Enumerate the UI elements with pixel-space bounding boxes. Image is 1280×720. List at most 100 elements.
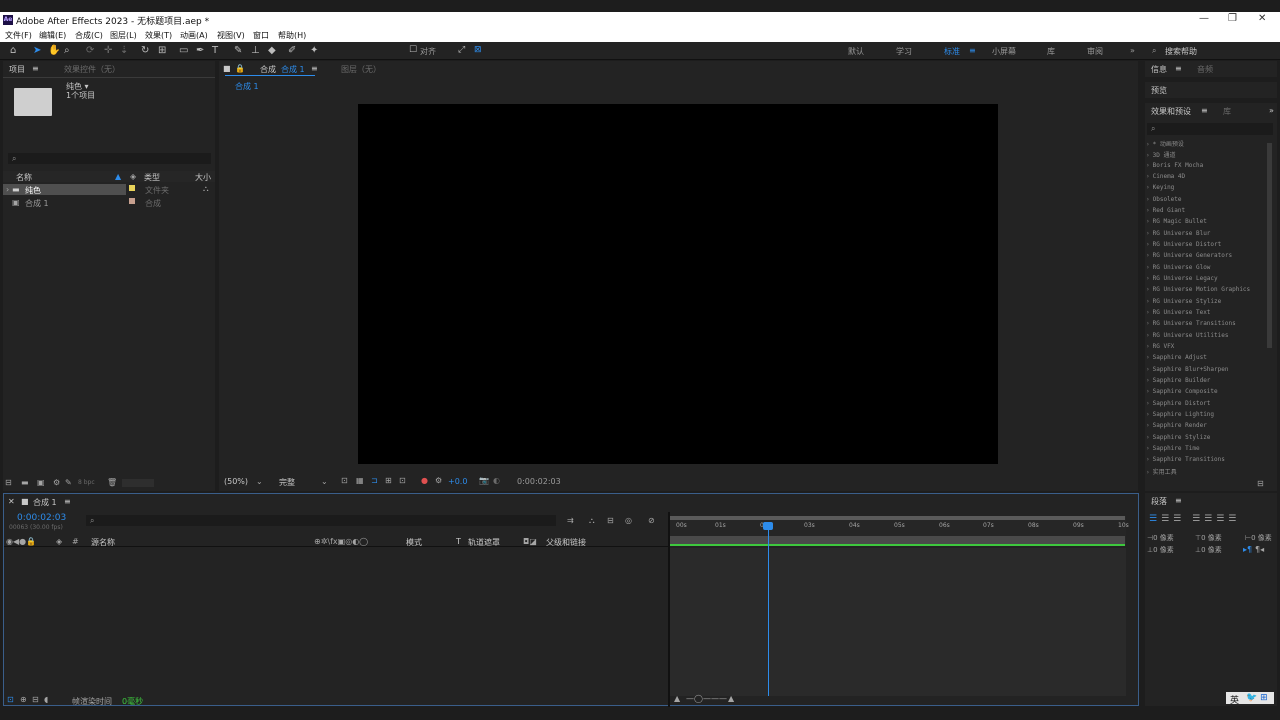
align-checkbox[interactable]: ☐ [409,45,417,55]
trash-icon[interactable]: 🗑 [107,478,117,487]
minimize-button[interactable]: — [1199,13,1209,24]
list-item[interactable]: › RG Universe Generators [1146,252,1232,259]
resolution-select[interactable]: 完整 [279,477,295,488]
list-item[interactable]: › RG Universe Text [1146,309,1210,316]
frame-blend-icon[interactable]: ◎ [625,516,632,525]
project-search-input[interactable]: ⌕ [8,153,211,164]
work-area-bar[interactable] [670,516,1125,520]
alignment-buttons[interactable]: ☰☰☰ ☰☰☰☰ [1149,514,1240,524]
space-after-field[interactable]: ⊥0 像素 [1195,545,1222,555]
project-row[interactable]: › ▬ 纯色 [3,184,126,195]
effects-search-input[interactable]: ⌕ [1147,123,1273,135]
workspace-default[interactable]: 默认 [848,46,864,57]
menu-view[interactable]: 视图(V) [217,30,245,41]
list-item[interactable]: › Sapphire Transitions [1146,456,1225,463]
list-item[interactable]: › RG Universe Stylize [1146,298,1221,305]
workspace-small-screen[interactable]: 小屏幕 [992,46,1016,57]
indent-right-field[interactable]: ⊢0 像素 [1245,533,1272,543]
project-tab[interactable]: 项目 [9,64,25,75]
timeline-search-input[interactable]: ⌕ [86,515,556,526]
eraser-tool-icon[interactable]: ◆ [268,45,276,56]
list-item[interactable]: › Obsolete [1146,196,1182,203]
zoom-slider[interactable]: —◯——— [686,694,727,703]
workspace-standard[interactable]: 标准 [944,46,960,57]
motion-blur-icon[interactable]: ◖ [44,695,48,704]
more-icon[interactable]: » [1269,106,1274,115]
fast-preview-icon[interactable]: ⚙ [435,476,442,485]
info-tab[interactable]: 信息 [1151,64,1167,75]
space-before-field[interactable]: ⊥0 像素 [1147,545,1174,555]
list-item[interactable]: › RG Universe Utilities [1146,332,1228,339]
audio-tab[interactable]: 音频 [1197,64,1213,75]
timeline-tab[interactable]: 合成 1 [33,497,57,508]
workspace-review[interactable]: 审阅 [1087,46,1103,57]
library-tab[interactable]: 库 [1223,106,1231,117]
list-item[interactable]: › Sapphire Adjust [1146,354,1207,361]
list-item[interactable]: › Boris FX Mocha [1146,162,1203,169]
list-item[interactable]: › 3D 通道 [1146,150,1175,159]
list-item[interactable]: › Sapphire Blur+Sharpen [1146,366,1228,373]
search-help-field[interactable]: 搜索帮助 [1165,46,1197,57]
snap-options-icon[interactable]: ⊠ [474,45,482,55]
rtl-icon[interactable]: ¶◂ [1255,545,1264,554]
effect-controls-tab[interactable]: 效果控件（无） [64,64,120,75]
list-item[interactable]: › Cinema 4D [1146,173,1185,180]
region-icon[interactable]: ⊡ [341,476,348,485]
list-item[interactable]: › RG Universe Blur [1146,230,1210,237]
playhead-handle[interactable] [763,522,773,530]
comp-flowchart-icon[interactable]: ⇉ [567,516,574,525]
anchor-tool-icon[interactable]: ⊞ [158,45,166,56]
zoom-in-icon[interactable]: ▲ [728,694,734,703]
col-type[interactable]: 类型 [144,172,160,183]
selection-tool-icon[interactable]: ➤ [33,45,41,56]
show-snapshot-icon[interactable]: ◐ [493,476,500,485]
col-size[interactable]: 大小 [195,172,211,183]
expand-icon[interactable]: ⊕ [20,695,27,704]
col-mode[interactable]: 模式 [406,537,422,548]
close-icon[interactable]: ✕ [8,497,15,506]
list-item[interactable]: › Sapphire Stylize [1146,434,1210,441]
pan-tool-icon[interactable]: ✛ [104,45,112,56]
menu-window[interactable]: 窗口 [253,30,269,41]
close-icon[interactable]: ■ [223,64,231,73]
color-icon[interactable]: ● [421,476,428,485]
dolly-tool-icon[interactable]: ⇣ [120,45,128,56]
list-item[interactable]: › Sapphire Composite [1146,388,1218,395]
time-ruler[interactable]: 00s 01s 02s 03s 04s 05s 06s 07s 08s 09s … [670,516,1129,546]
snap-icon[interactable]: ⤢ [458,45,465,55]
new-folder-icon[interactable]: ▬ [21,478,29,487]
list-item[interactable]: › RG Magic Bullet [1146,218,1207,225]
zoom-select[interactable]: (50%) [224,477,248,486]
col-name[interactable]: 名称 [16,172,32,183]
shy-icon[interactable]: ⊟ [607,516,614,525]
comp-tab-label[interactable]: 合成 [260,64,276,75]
transparency-grid-icon[interactable]: ▦ [356,476,364,485]
current-time[interactable]: 0:00:02:03 [17,513,66,523]
close-button[interactable]: ✕ [1258,13,1266,24]
list-item[interactable]: › RG Universe Legacy [1146,275,1218,282]
list-item[interactable]: › Sapphire Builder [1146,377,1210,384]
menu-animation[interactable]: 动画(A) [180,30,208,41]
list-item[interactable]: › 实用工具 [1146,467,1177,476]
list-item[interactable]: › Sapphire Distort [1146,400,1210,407]
effects-tab[interactable]: 效果和预设 [1151,106,1191,117]
hand-tool-icon[interactable]: ✋ [48,45,60,56]
channel-icon[interactable]: ⊡ [399,476,406,485]
puppet-tool-icon[interactable]: ✦ [310,45,318,56]
stamp-tool-icon[interactable]: ⊥ [251,45,260,56]
effects-menu-icon[interactable]: ≡ [1201,106,1208,115]
menu-help[interactable]: 帮助(H) [278,30,306,41]
bit-depth[interactable]: 8 bpc [78,479,95,486]
settings-icon[interactable]: ⚙ [53,478,60,487]
zoom-out-icon[interactable]: ▲ [674,694,680,703]
indent-first-field[interactable]: ⊤0 像素 [1195,533,1222,543]
pen-icon[interactable]: ✎ [65,478,72,487]
menu-composition[interactable]: 合成(C) [75,30,103,41]
thumbnail-slider[interactable] [122,479,154,487]
list-item[interactable]: › RG VFX [1146,343,1174,350]
indent-left-field[interactable]: ⊣0 像素 [1147,533,1174,543]
brush-tool-icon[interactable]: ✎ [234,45,242,56]
rectangle-tool-icon[interactable]: ▭ [179,45,188,56]
scrollbar[interactable] [1267,143,1272,348]
comp-breadcrumb[interactable]: 合成 1 [235,81,259,92]
